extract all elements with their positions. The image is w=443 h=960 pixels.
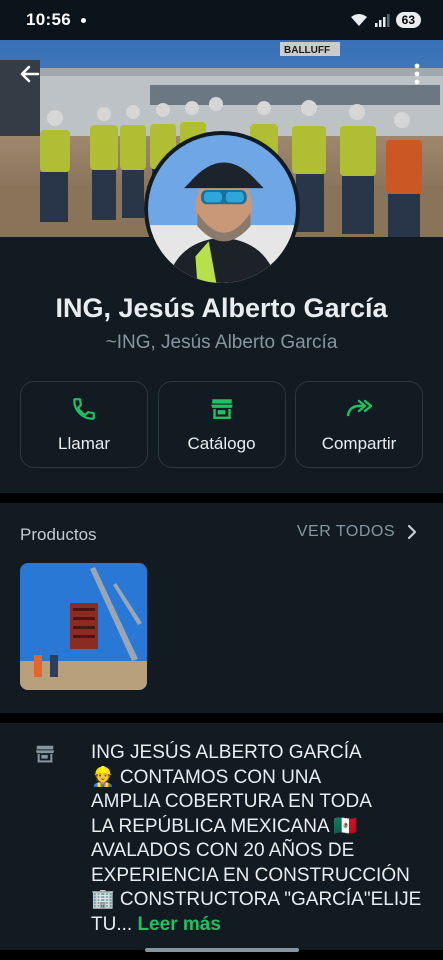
products-title: Productos: [20, 525, 97, 544]
avatar-image: [148, 135, 296, 283]
read-more-link[interactable]: Leer más: [137, 914, 220, 935]
chevron-right-icon: [407, 524, 417, 540]
product-image: [20, 563, 147, 690]
storefront-icon: [210, 398, 233, 419]
battery-indicator: 63: [395, 12, 421, 28]
notification-dot-icon: [80, 17, 86, 23]
description-line: EXPERIENCIA EN CONSTRUCCIÓN: [91, 864, 410, 886]
product-thumbnail[interactable]: [20, 563, 147, 690]
status-icons: 63: [350, 12, 421, 28]
storefront-icon: [35, 745, 55, 763]
wifi-icon: [350, 14, 367, 26]
more-vertical-icon: [414, 63, 420, 85]
description-line: LA REPÚBLICA MEXICANA 🇲🇽: [91, 815, 358, 837]
description-line: ING JESÚS ALBERTO GARCÍA: [91, 742, 362, 763]
signal-icon: [374, 14, 390, 27]
description-line: AVALADOS CON 20 AÑOS DE: [91, 840, 355, 861]
description-line: AMPLIA COBERTURA EN TODA: [91, 791, 372, 812]
profile-push-name: ~ING, Jesús Alberto García: [105, 332, 338, 353]
business-description: ING JESÚS ALBERTO GARCÍA 👷 CONTAMOS CON …: [0, 723, 443, 950]
more-options-button[interactable]: [405, 58, 429, 90]
action-buttons: Llamar Catálogo Compartir: [20, 381, 423, 468]
call-button-label: Llamar: [58, 433, 110, 453]
call-button[interactable]: Llamar: [20, 381, 148, 468]
share-forward-icon: [346, 399, 373, 416]
catalog-button-label: Catálogo: [187, 433, 256, 453]
description-line: 🏢 CONSTRUCTORA "GARCÍA"ELIJE: [91, 889, 422, 910]
products-section: Productos VER TODOS: [0, 503, 443, 713]
description-truncated: TU...: [91, 913, 133, 935]
see-all-products-button[interactable]: VER TODOS: [297, 523, 417, 541]
home-indicator[interactable]: [145, 948, 299, 952]
phone-icon: [73, 397, 95, 420]
back-button[interactable]: [14, 58, 46, 90]
description-text: ING JESÚS ALBERTO GARCÍA 👷 CONTAMOS CON …: [91, 741, 431, 937]
description-line: 👷 CONTAMOS CON UNA: [91, 766, 322, 788]
catalog-button[interactable]: Catálogo: [157, 381, 286, 468]
share-button[interactable]: Compartir: [295, 381, 423, 468]
see-all-label: VER TODOS: [296, 523, 395, 540]
status-bar: 10:56 63: [0, 0, 443, 40]
share-button-label: Compartir: [321, 433, 397, 453]
profile-avatar[interactable]: [144, 131, 300, 287]
description-last-line: TU... Leer más: [91, 913, 431, 938]
profile-name: ING, Jesús Alberto García: [55, 293, 388, 323]
arrow-left-icon: [20, 65, 40, 83]
status-time: 10:56: [26, 10, 71, 29]
